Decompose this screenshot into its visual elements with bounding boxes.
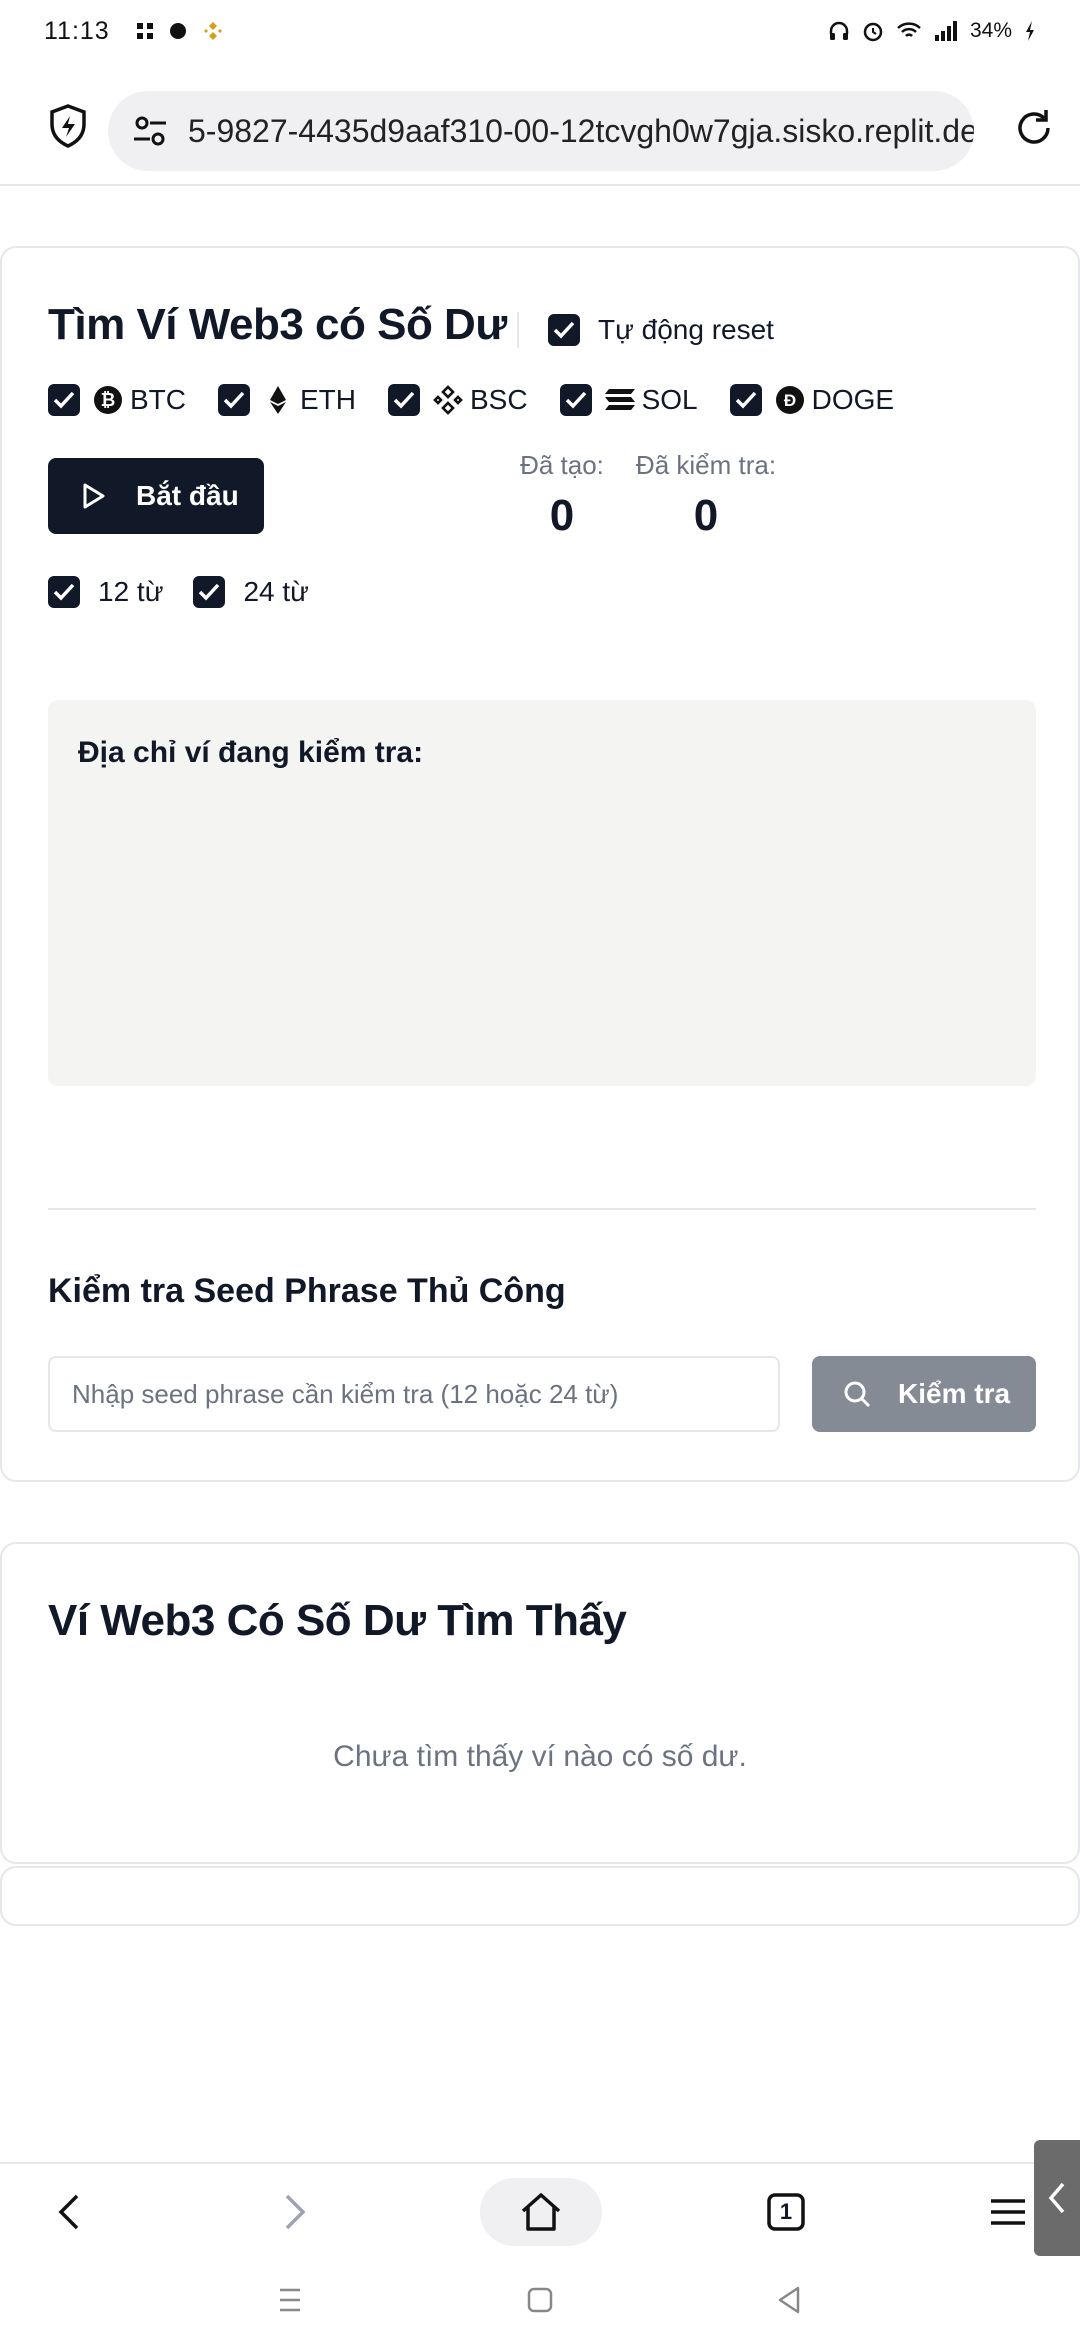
site-settings-icon[interactable] xyxy=(130,111,170,151)
check-button-label: Kiểm tra xyxy=(898,1378,1011,1409)
side-panel-handle[interactable] xyxy=(1034,2140,1080,2256)
empty-state-message: Chưa tìm thấy ví nào có số dư. xyxy=(333,1740,747,1773)
manual-check-title: Kiểm tra Seed Phrase Thủ Công xyxy=(48,1272,566,1310)
chain-option-btc[interactable]: ₿ BTC xyxy=(48,384,186,416)
back-nav-icon[interactable] xyxy=(770,2280,810,2320)
notification-icons xyxy=(136,20,224,42)
chain-label: SOL xyxy=(641,384,698,415)
start-button-label: Bắt đầu xyxy=(136,480,239,511)
stat-created: Đã tạo: 0 xyxy=(512,450,612,541)
binance-icon xyxy=(432,384,464,416)
stat-checked-value: 0 xyxy=(693,491,719,540)
auto-reset-toggle[interactable]: Tự động reset xyxy=(548,314,774,346)
word-count-selector: 12 từ 24 từ xyxy=(48,576,339,608)
chain-selector: ₿ BTC ETH BSC SOL Đ DOGE xyxy=(48,384,926,416)
browser-toolbar: 5-9827-4435d9aaf310-00-12tcvgh0w7gja.sis… xyxy=(0,62,1080,186)
word-12-checkbox[interactable] xyxy=(48,576,80,608)
back-button[interactable] xyxy=(40,2178,100,2246)
footer-card xyxy=(0,1866,1080,1926)
eth-checkbox[interactable] xyxy=(218,384,250,416)
charging-icon xyxy=(1026,21,1034,41)
address-panel-title: Địa chỉ ví đang kiểm tra: xyxy=(78,736,424,769)
play-icon xyxy=(83,483,105,509)
status-bar: 11:13 34% xyxy=(0,0,1080,62)
found-wallets-title: Ví Web3 Có Số Dư Tìm Thấy xyxy=(48,1596,627,1645)
search-icon xyxy=(844,1381,871,1408)
title-divider xyxy=(517,312,519,348)
bitcoin-icon: ₿ xyxy=(92,384,124,416)
chain-option-eth[interactable]: ETH xyxy=(218,384,356,416)
address-panel: Địa chỉ ví đang kiểm tra: xyxy=(48,700,1036,1086)
home-nav-icon[interactable] xyxy=(520,2280,560,2320)
word-option-label: 24 từ xyxy=(243,576,309,607)
hamburger-menu-icon xyxy=(991,2199,1025,2225)
solana-icon xyxy=(604,384,636,416)
word-24-checkbox[interactable] xyxy=(193,576,226,608)
settings-notification-icon xyxy=(169,23,186,39)
signal-icon xyxy=(934,21,957,41)
home-button[interactable] xyxy=(480,2178,602,2246)
check-button[interactable]: Kiểm tra xyxy=(812,1356,1036,1432)
word-option-12[interactable]: 12 từ xyxy=(48,576,163,608)
chain-label: DOGE xyxy=(811,384,895,415)
ethereum-icon xyxy=(262,384,294,416)
page-title: Tìm Ví Web3 có Số Dư xyxy=(48,300,507,349)
reload-icon[interactable] xyxy=(1012,106,1056,150)
forward-arrow-icon xyxy=(285,2194,306,2230)
home-icon xyxy=(521,2193,561,2231)
chain-option-bsc[interactable]: BSC xyxy=(388,384,528,416)
chain-option-doge[interactable]: Đ DOGE xyxy=(729,384,895,416)
svg-text:₿: ₿ xyxy=(101,390,116,410)
svg-text:Đ: Đ xyxy=(783,391,795,410)
url-text[interactable]: 5-9827-4435d9aaf310-00-12tcvgh0w7gja.sis… xyxy=(188,113,974,150)
start-button[interactable]: Bắt đầu xyxy=(48,458,264,534)
doge-checkbox[interactable] xyxy=(729,384,762,416)
tabs-button[interactable]: 1 xyxy=(756,2178,816,2246)
seed-phrase-input[interactable] xyxy=(48,1356,780,1432)
word-option-24[interactable]: 24 từ xyxy=(193,576,309,608)
chain-option-sol[interactable]: SOL xyxy=(559,384,698,416)
bsc-checkbox[interactable] xyxy=(388,384,420,416)
section-divider xyxy=(48,1208,1036,1210)
word-option-label: 12 từ xyxy=(98,576,164,607)
browser-bottom-nav: 1 xyxy=(0,2162,1080,2258)
chain-label: BTC xyxy=(130,384,186,415)
recents-icon[interactable] xyxy=(270,2280,310,2320)
system-nav-bar xyxy=(0,2258,1080,2340)
menu-button[interactable] xyxy=(978,2178,1038,2246)
headset-icon xyxy=(829,21,849,40)
stat-created-label: Đã tạo: xyxy=(520,450,604,480)
status-time: 11:13 xyxy=(44,16,110,45)
shield-icon[interactable] xyxy=(48,104,88,148)
auto-reset-checkbox[interactable] xyxy=(548,314,580,346)
chevron-left-icon xyxy=(1048,2182,1065,2214)
auto-reset-label: Tự động reset xyxy=(598,314,774,345)
stat-checked-label: Đã kiểm tra: xyxy=(635,450,777,480)
address-bar[interactable]: 5-9827-4435d9aaf310-00-12tcvgh0w7gja.sis… xyxy=(108,91,974,171)
binance-notification-icon xyxy=(203,22,222,40)
dogecoin-icon: Đ xyxy=(774,384,806,416)
forward-button[interactable] xyxy=(264,2178,324,2246)
app-notification-icon xyxy=(136,23,153,39)
chain-label: BSC xyxy=(470,384,528,415)
sol-checkbox[interactable] xyxy=(559,384,592,416)
alarm-icon xyxy=(863,22,883,42)
system-status-icons: 34% xyxy=(828,19,1036,43)
btc-checkbox[interactable] xyxy=(48,384,80,416)
stat-checked: Đã kiểm tra: 0 xyxy=(630,450,782,541)
wifi-icon xyxy=(897,22,921,37)
battery-percent: 34% xyxy=(969,19,1012,42)
stat-created-value: 0 xyxy=(549,491,575,540)
back-arrow-icon xyxy=(58,2194,79,2230)
chain-label: ETH xyxy=(300,384,356,415)
tabs-count: 1 xyxy=(779,2199,793,2224)
found-wallets-card xyxy=(0,1542,1080,1864)
